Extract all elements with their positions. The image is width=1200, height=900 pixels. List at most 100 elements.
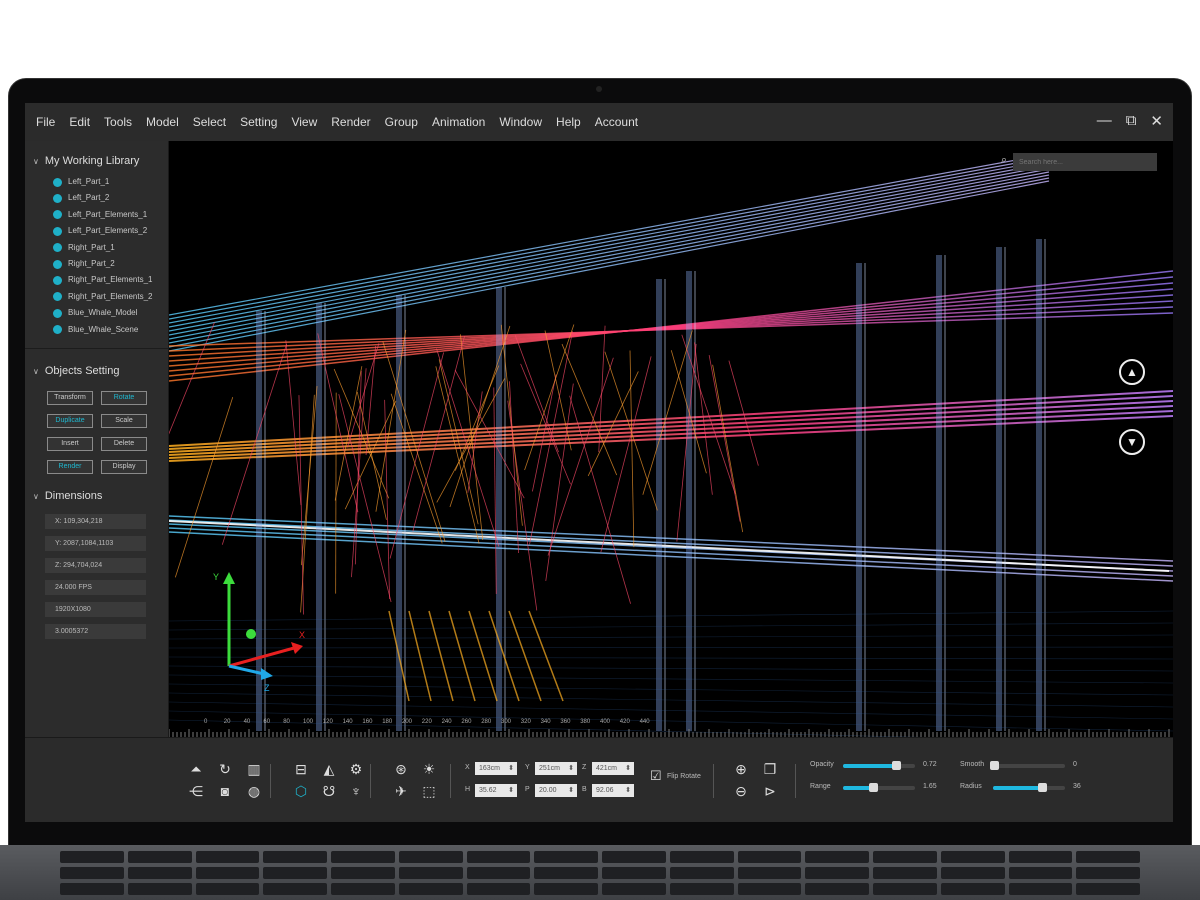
library-item[interactable]: Left_Part_2 (25, 190, 168, 206)
z-coord-input[interactable]: 421cm (592, 762, 634, 775)
person-icon[interactable]: ⊛ (392, 760, 410, 778)
slider-handle[interactable] (990, 761, 999, 770)
slider-handle[interactable] (1038, 783, 1047, 792)
library-item[interactable]: Right_Part_1 (25, 240, 168, 256)
keyboard-key (602, 883, 666, 895)
menu-window[interactable]: Window (499, 115, 542, 129)
render-button[interactable]: Render (47, 460, 93, 474)
b-coord-input[interactable]: 92.06 (592, 784, 634, 797)
radius-slider[interactable] (993, 786, 1065, 790)
menu-setting[interactable]: Setting (240, 115, 277, 129)
ruler-label: 40 (244, 719, 251, 725)
keyboard-key (60, 851, 124, 863)
bell-icon[interactable]: ⏶ (187, 760, 205, 778)
menu-help[interactable]: Help (556, 115, 581, 129)
library-item-label: Right_Part_1 (68, 240, 115, 256)
refresh-icon[interactable]: ↻ (216, 760, 234, 778)
library-item[interactable]: Left_Part_Elements_2 (25, 223, 168, 239)
library-item[interactable]: Left_Part_1 (25, 174, 168, 190)
gear-icon[interactable]: ⚙ (347, 760, 365, 778)
play-icon[interactable]: ⊳ (761, 782, 779, 800)
library-item-label: Right_Part_2 (68, 256, 115, 272)
library-item[interactable]: Right_Part_Elements_1 (25, 272, 168, 288)
library-item[interactable]: Blue_Whale_Model (25, 305, 168, 321)
menu-file[interactable]: File (36, 115, 55, 129)
insert-button[interactable]: Insert (47, 437, 93, 451)
keyboard-key (873, 883, 937, 895)
duplicate-button[interactable]: Duplicate (47, 414, 93, 428)
search-input[interactable] (1013, 153, 1157, 171)
wireframe-line (175, 397, 232, 577)
smooth-slider[interactable] (993, 764, 1065, 768)
restore-button[interactable]: ⧉ (1126, 112, 1137, 130)
transform-button[interactable]: Transform (47, 391, 93, 405)
menu-tools[interactable]: Tools (104, 115, 132, 129)
bottom-toolbar: ⏶↻▥⋲◙◍⊟◭⚙⬡☋♆⊛☀✈⬚⊕❐⊖⊳X163cmY251cmZ421cmH3… (25, 737, 1173, 822)
keyboard-key (467, 867, 531, 879)
sun-icon[interactable]: ☀ (420, 760, 438, 778)
navigate-up-button[interactable]: ▲ (1119, 359, 1145, 385)
share-icon[interactable]: ⋲ (187, 782, 205, 800)
dimensions-header[interactable]: ∨ Dimensions (25, 488, 168, 504)
scale-button[interactable]: Scale (101, 414, 147, 428)
navigate-down-button[interactable]: ▼ (1119, 429, 1145, 455)
library-item[interactable]: Right_Part_Elements_2 (25, 289, 168, 305)
rotate-button[interactable]: Rotate (101, 391, 147, 405)
wireframe-line (713, 365, 743, 532)
p-coord-input[interactable]: 20.00 (535, 784, 577, 797)
zoom-in-icon[interactable]: ⊕ (732, 760, 750, 778)
slider-handle[interactable] (892, 761, 901, 770)
y-coord-input[interactable]: 251cm (535, 762, 577, 775)
zoom-out-icon[interactable]: ⊖ (732, 782, 750, 800)
cube-icon (53, 292, 62, 301)
menu-model[interactable]: Model (146, 115, 179, 129)
dimension-value: Y: 2087,1084,1103 (45, 536, 146, 551)
slider-value: 0.72 (923, 761, 937, 768)
dimension-value: X: 109,304,218 (45, 514, 146, 529)
copy-icon[interactable]: ❐ (761, 760, 779, 778)
library-item[interactable]: Blue_Whale_Scene (25, 322, 168, 338)
sidebar: ∨ My Working Library Left_Part_1 Left_Part… (25, 141, 169, 737)
slider-value: 1.65 (923, 783, 937, 790)
library-item[interactable]: Right_Part_2 (25, 256, 168, 272)
axis-gizmo[interactable]: Y X Z (209, 566, 309, 696)
menu-animation[interactable]: Animation (432, 115, 485, 129)
trophy-icon[interactable]: ♆ (347, 782, 365, 800)
ruler-label: 200 (402, 719, 412, 725)
wireframe-line (169, 166, 1049, 331)
flip-rotate-checkbox[interactable]: ☑ (650, 768, 662, 784)
opacity-slider[interactable] (843, 764, 915, 768)
keyboard-key (196, 851, 260, 863)
menu-group[interactable]: Group (385, 115, 418, 129)
x-coord-input[interactable]: 163cm (475, 762, 517, 775)
shapes-icon[interactable]: ◭ (320, 760, 338, 778)
globe-icon[interactable]: ◍ (245, 782, 263, 800)
library-item[interactable]: Left_Part_Elements_1 (25, 207, 168, 223)
objects-setting-header[interactable]: ∨ Objects Setting (25, 363, 168, 379)
keyboard-key (399, 851, 463, 863)
menu-render[interactable]: Render (331, 115, 370, 129)
palette-icon[interactable]: ☋ (320, 782, 338, 800)
display-button[interactable]: Display (101, 460, 147, 474)
cube-icon[interactable]: ⬡ (292, 782, 310, 800)
h-coord-input[interactable]: 35.62 (475, 784, 517, 797)
close-button[interactable]: ✕ (1150, 112, 1163, 130)
keyboard-key (399, 867, 463, 879)
airplane-icon[interactable]: ✈ (392, 782, 410, 800)
briefcase-icon[interactable]: ⊟ (292, 760, 310, 778)
library-header[interactable]: ∨ My Working Library (25, 153, 168, 169)
minimize-button[interactable]: — (1097, 112, 1112, 130)
keyboard-key (738, 851, 802, 863)
camera-icon[interactable]: ◙ (216, 782, 234, 800)
menu-account[interactable]: Account (595, 115, 638, 129)
chart-icon[interactable]: ▥ (245, 760, 263, 778)
3d-viewport[interactable]: ⌕ ▲ ▼ Y X Z 0 20 40 60 80 100 120 140 160 180 200 2… (169, 141, 1173, 737)
slider-handle[interactable] (869, 783, 878, 792)
menu-select[interactable]: Select (193, 115, 226, 129)
menu-edit[interactable]: Edit (69, 115, 90, 129)
selection-icon[interactable]: ⬚ (420, 782, 438, 800)
search-icon[interactable]: ⌕ (1001, 154, 1007, 167)
menu-view[interactable]: View (291, 115, 317, 129)
delete-button[interactable]: Delete (101, 437, 147, 451)
range-slider[interactable] (843, 786, 915, 790)
